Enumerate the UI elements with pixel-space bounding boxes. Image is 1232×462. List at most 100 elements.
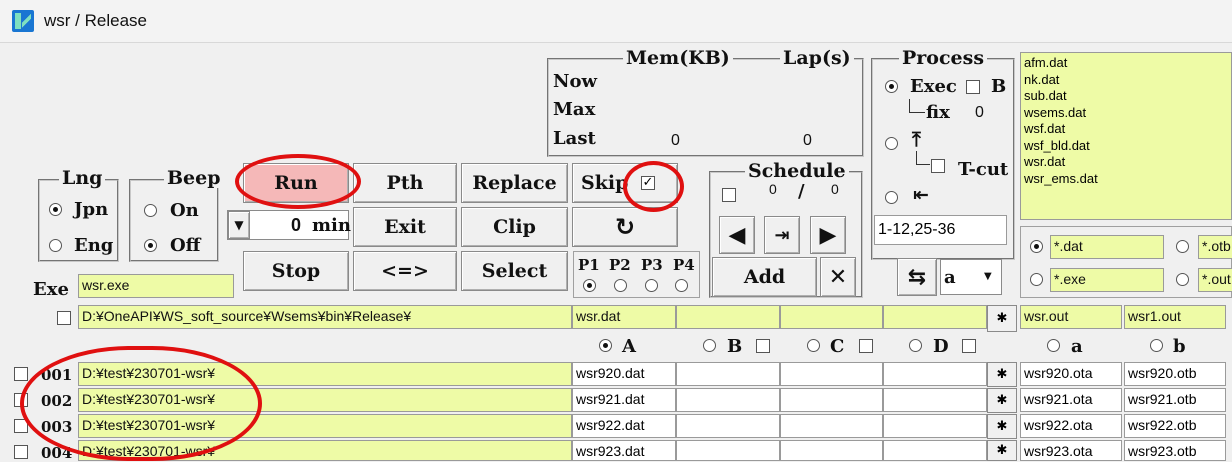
- prev-icon[interactable]: ◀: [719, 216, 755, 254]
- range-input[interactable]: 1-12,25-36: [874, 215, 1007, 245]
- next-icon[interactable]: ▶: [810, 216, 846, 254]
- p3-radio[interactable]: [645, 279, 658, 292]
- row-checkbox[interactable]: [14, 445, 28, 459]
- col-c-checkbox[interactable]: [859, 339, 873, 353]
- min-unit: min: [312, 215, 351, 236]
- b-checkbox[interactable]: [966, 80, 980, 94]
- otb-filter-radio[interactable]: [1176, 240, 1189, 253]
- dat-filter-field[interactable]: *.dat: [1050, 235, 1164, 259]
- add-button[interactable]: Add: [712, 257, 817, 297]
- dat-c-field[interactable]: [780, 305, 883, 329]
- asterisk-icon[interactable]: ✱: [987, 388, 1017, 413]
- row-b-field[interactable]: [676, 440, 780, 461]
- row-b-field[interactable]: [676, 362, 780, 386]
- schedule-checkbox[interactable]: [722, 188, 736, 202]
- col-lb-radio[interactable]: [1150, 339, 1163, 352]
- row-ota-field[interactable]: wsr921.ota: [1020, 388, 1122, 412]
- out1-field[interactable]: wsr.out: [1020, 305, 1122, 329]
- row-otb-field[interactable]: wsr923.otb: [1124, 440, 1226, 461]
- list-item[interactable]: wsems.dat: [1024, 105, 1228, 122]
- exit-button[interactable]: Exit: [353, 207, 457, 247]
- beep-on-label: On: [170, 200, 199, 221]
- list-item[interactable]: wsr_ems.dat: [1024, 171, 1228, 188]
- chevron-down-icon[interactable]: ▼: [984, 271, 992, 282]
- swap-paths-button[interactable]: <=>: [353, 251, 457, 291]
- swap-icon[interactable]: ⇆: [897, 258, 937, 296]
- row-otb-field[interactable]: wsr921.otb: [1124, 388, 1226, 412]
- row-c-field[interactable]: [780, 362, 883, 386]
- exec-radio[interactable]: [885, 80, 898, 93]
- row-ota-field[interactable]: wsr922.ota: [1020, 414, 1122, 438]
- row-dat-field[interactable]: wsr921.dat: [572, 388, 676, 412]
- col-c-radio[interactable]: [807, 339, 820, 352]
- beep-on-radio[interactable]: [144, 204, 157, 217]
- clip-button[interactable]: Clip: [461, 207, 568, 247]
- list-item[interactable]: sub.dat: [1024, 88, 1228, 105]
- row-dat-field[interactable]: wsr923.dat: [572, 440, 676, 461]
- exe-filter-radio[interactable]: [1030, 273, 1043, 286]
- asterisk-icon[interactable]: ✱: [987, 305, 1017, 332]
- path-checkbox[interactable]: [57, 311, 71, 325]
- row-c-field[interactable]: [780, 388, 883, 412]
- row-ota-field[interactable]: wsr923.ota: [1020, 440, 1122, 461]
- tcut-checkbox[interactable]: [931, 159, 945, 173]
- eng-radio[interactable]: [49, 239, 62, 252]
- list-item[interactable]: nk.dat: [1024, 72, 1228, 89]
- p4-radio[interactable]: [675, 279, 688, 292]
- otb-filter-field[interactable]: *.otb: [1198, 235, 1232, 259]
- row-otb-field[interactable]: wsr920.otb: [1124, 362, 1226, 386]
- row-dat-field[interactable]: wsr920.dat: [572, 362, 676, 386]
- dat-filter-radio[interactable]: [1030, 240, 1043, 253]
- out2-field[interactable]: wsr1.out: [1124, 305, 1226, 329]
- dat-field[interactable]: wsr.dat: [572, 305, 676, 329]
- close-icon[interactable]: ✕: [820, 257, 856, 297]
- asterisk-icon[interactable]: ✱: [987, 362, 1017, 387]
- min-dropdown-icon[interactable]: ▼: [228, 211, 250, 239]
- exe-filter-field[interactable]: *.exe: [1050, 268, 1164, 292]
- row-d-field[interactable]: [883, 414, 987, 438]
- exe-field[interactable]: wsr.exe: [78, 274, 234, 298]
- path-field[interactable]: D:¥OneAPI¥WS_soft_source¥Wsems¥bin¥Relea…: [78, 305, 572, 329]
- replace-button[interactable]: Replace: [461, 163, 568, 203]
- row-d-field[interactable]: [883, 388, 987, 412]
- list-item[interactable]: wsf.dat: [1024, 121, 1228, 138]
- home-radio[interactable]: [885, 191, 898, 204]
- list-item[interactable]: wsf_bld.dat: [1024, 138, 1228, 155]
- asterisk-icon[interactable]: ✱: [987, 414, 1017, 439]
- stop-button[interactable]: Stop: [243, 251, 349, 291]
- pth-button[interactable]: Pth: [353, 163, 457, 203]
- asterisk-icon[interactable]: ✱: [987, 440, 1017, 461]
- out-filter-field[interactable]: *.out: [1198, 268, 1232, 292]
- dat-d-field[interactable]: [883, 305, 987, 329]
- row-dat-field[interactable]: wsr922.dat: [572, 414, 676, 438]
- out-filter-radio[interactable]: [1176, 273, 1189, 286]
- run-highlight-oval: [235, 154, 361, 209]
- col-b-radio[interactable]: [703, 339, 716, 352]
- col-a-radio[interactable]: [599, 339, 612, 352]
- p2-radio[interactable]: [614, 279, 627, 292]
- row-otb-field[interactable]: wsr922.otb: [1124, 414, 1226, 438]
- select-button[interactable]: Select: [461, 251, 568, 291]
- top-radio[interactable]: [885, 137, 898, 150]
- row-ota-field[interactable]: wsr920.ota: [1020, 362, 1122, 386]
- row-b-field[interactable]: [676, 414, 780, 438]
- jpn-radio[interactable]: [49, 203, 62, 216]
- row-b-field[interactable]: [676, 388, 780, 412]
- list-item[interactable]: afm.dat: [1024, 55, 1228, 72]
- row-checkbox[interactable]: [14, 367, 28, 381]
- row-d-field[interactable]: [883, 440, 987, 461]
- col-d-radio[interactable]: [909, 339, 922, 352]
- fit-icon[interactable]: ⇥: [764, 216, 800, 254]
- list-item[interactable]: wsr.dat: [1024, 154, 1228, 171]
- col-la-radio[interactable]: [1047, 339, 1060, 352]
- refresh-icon[interactable]: ↻: [572, 207, 678, 247]
- p1-radio[interactable]: [583, 279, 596, 292]
- beep-off-radio[interactable]: [144, 239, 157, 252]
- dat-b-field[interactable]: [676, 305, 780, 329]
- row-c-field[interactable]: [780, 414, 883, 438]
- row-d-field[interactable]: [883, 362, 987, 386]
- col-d-checkbox[interactable]: [962, 339, 976, 353]
- row-c-field[interactable]: [780, 440, 883, 461]
- file-list[interactable]: afm.dat nk.dat sub.dat wsems.dat wsf.dat…: [1020, 52, 1232, 220]
- col-b-checkbox[interactable]: [756, 339, 770, 353]
